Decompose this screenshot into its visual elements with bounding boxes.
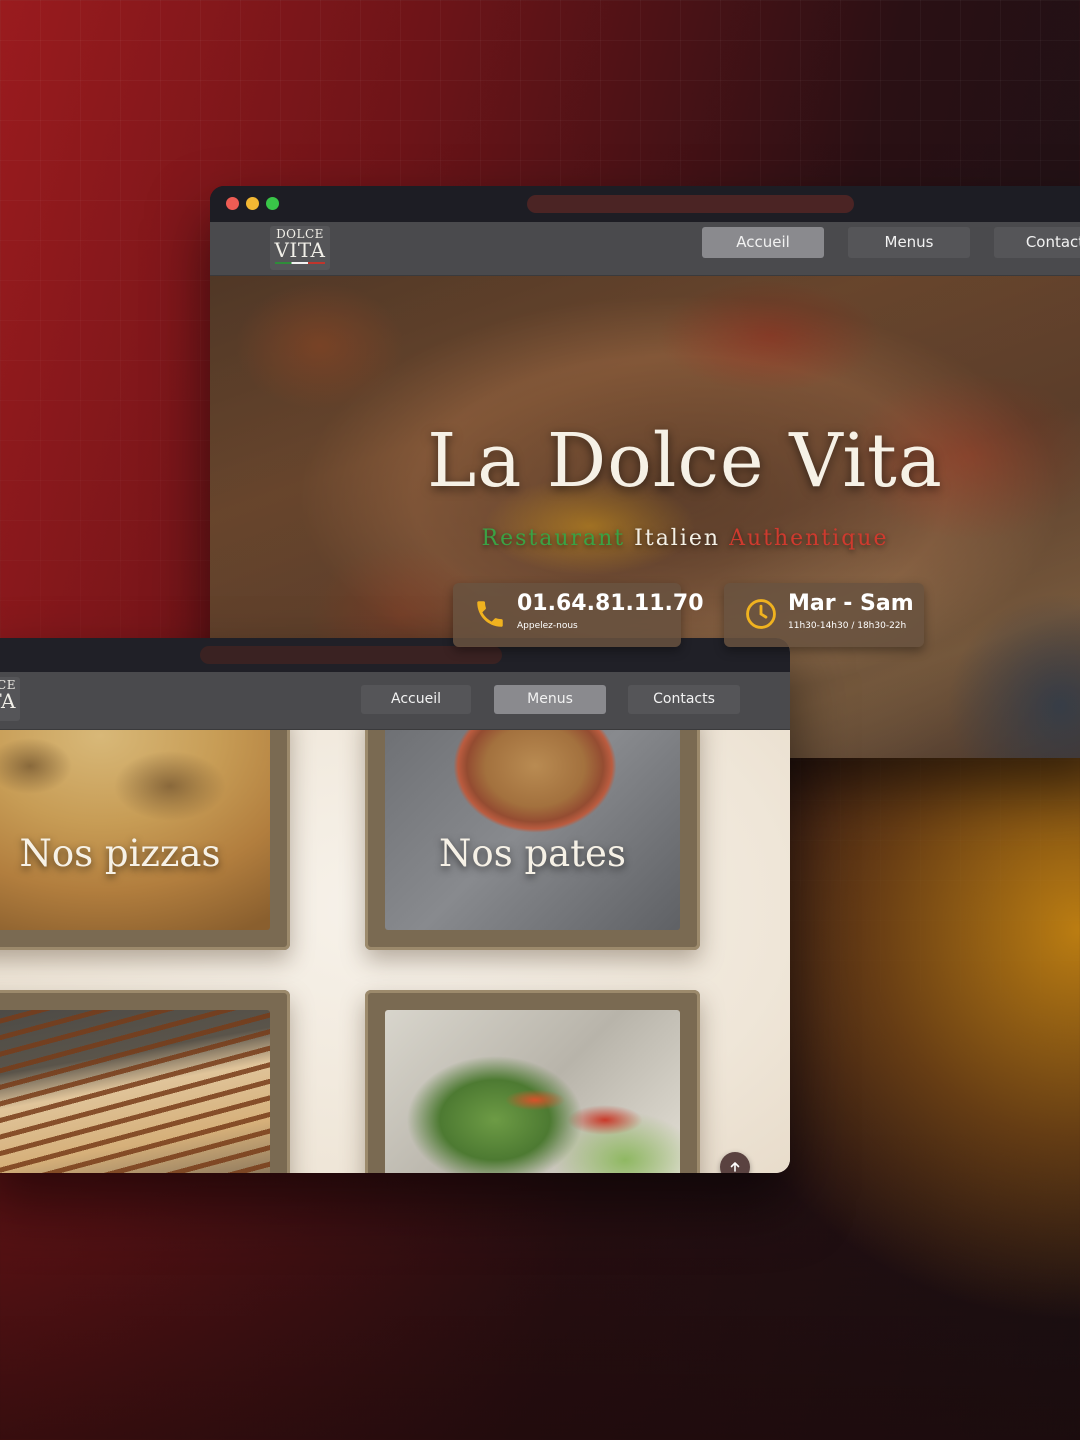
pizza-photo bbox=[0, 730, 270, 930]
menu-card-caption: Nos pizzas bbox=[19, 832, 221, 875]
clock-icon bbox=[746, 599, 776, 629]
subtitle-word-restaurant: Restaurant bbox=[481, 526, 626, 551]
hours-box: Mar - Sam 11h30-14h30 / 18h30-22h bbox=[724, 583, 924, 647]
close-window-button[interactable] bbox=[226, 197, 239, 210]
menu-card-salades[interactable] bbox=[365, 990, 700, 1173]
phone-box[interactable]: 01.64.81.11.70 Appelez-nous bbox=[453, 583, 704, 647]
address-bar[interactable] bbox=[200, 646, 502, 664]
window-titlebar bbox=[210, 186, 1080, 222]
nav-contact[interactable]: Contact bbox=[994, 227, 1080, 258]
phone-caption: Appelez-nous bbox=[517, 621, 578, 631]
phone-number: 01.64.81.11.70 bbox=[517, 591, 704, 616]
menu-card-paninis[interactable] bbox=[0, 990, 290, 1173]
nav-menus[interactable]: Menus bbox=[494, 685, 606, 714]
nav-menus[interactable]: Menus bbox=[848, 227, 970, 258]
phone-icon bbox=[477, 601, 503, 627]
opening-hours: 11h30-14h30 / 18h30-22h bbox=[788, 621, 907, 631]
site-logo[interactable]: DOLCE VITA bbox=[270, 226, 330, 270]
site-navbar: DOLCE VITA Accueil Menus Contact bbox=[210, 222, 1080, 276]
hero-subtitle: Restaurant Italien Authentique bbox=[210, 526, 1080, 551]
nav-contacts[interactable]: Contacts bbox=[628, 685, 740, 714]
browser-window-menus: CE TA Accueil Menus Contacts Nos pizzas … bbox=[0, 638, 790, 1173]
subtitle-word-authentique: Authentique bbox=[729, 526, 889, 551]
salad-photo bbox=[385, 1010, 680, 1173]
subtitle-word-italien: Italien bbox=[634, 526, 721, 551]
scroll-to-top-button[interactable] bbox=[720, 1152, 750, 1173]
italian-flag-stripe bbox=[275, 262, 325, 264]
logo-text-line2: TA bbox=[0, 689, 16, 713]
nav-accueil[interactable]: Accueil bbox=[361, 685, 471, 714]
address-bar[interactable] bbox=[527, 195, 854, 213]
menu-card-caption: Nos pates bbox=[439, 832, 626, 875]
hero-title: La Dolce Vita bbox=[427, 418, 943, 504]
menu-card-pizzas[interactable]: Nos pizzas bbox=[0, 730, 290, 950]
arrow-up-icon bbox=[730, 1162, 740, 1172]
panini-photo bbox=[0, 1010, 270, 1173]
menu-card-pates[interactable]: Nos pates bbox=[365, 730, 700, 950]
maximize-window-button[interactable] bbox=[266, 197, 279, 210]
site-navbar: CE TA Accueil Menus Contacts bbox=[0, 672, 790, 730]
site-logo[interactable]: CE TA bbox=[0, 677, 20, 721]
opening-days: Mar - Sam bbox=[788, 591, 914, 616]
nav-accueil[interactable]: Accueil bbox=[702, 227, 824, 258]
pasta-photo bbox=[385, 730, 680, 930]
minimize-window-button[interactable] bbox=[246, 197, 259, 210]
menu-categories: Nos pizzas Nos pates bbox=[0, 730, 790, 1173]
logo-text-line2: VITA bbox=[274, 238, 326, 262]
